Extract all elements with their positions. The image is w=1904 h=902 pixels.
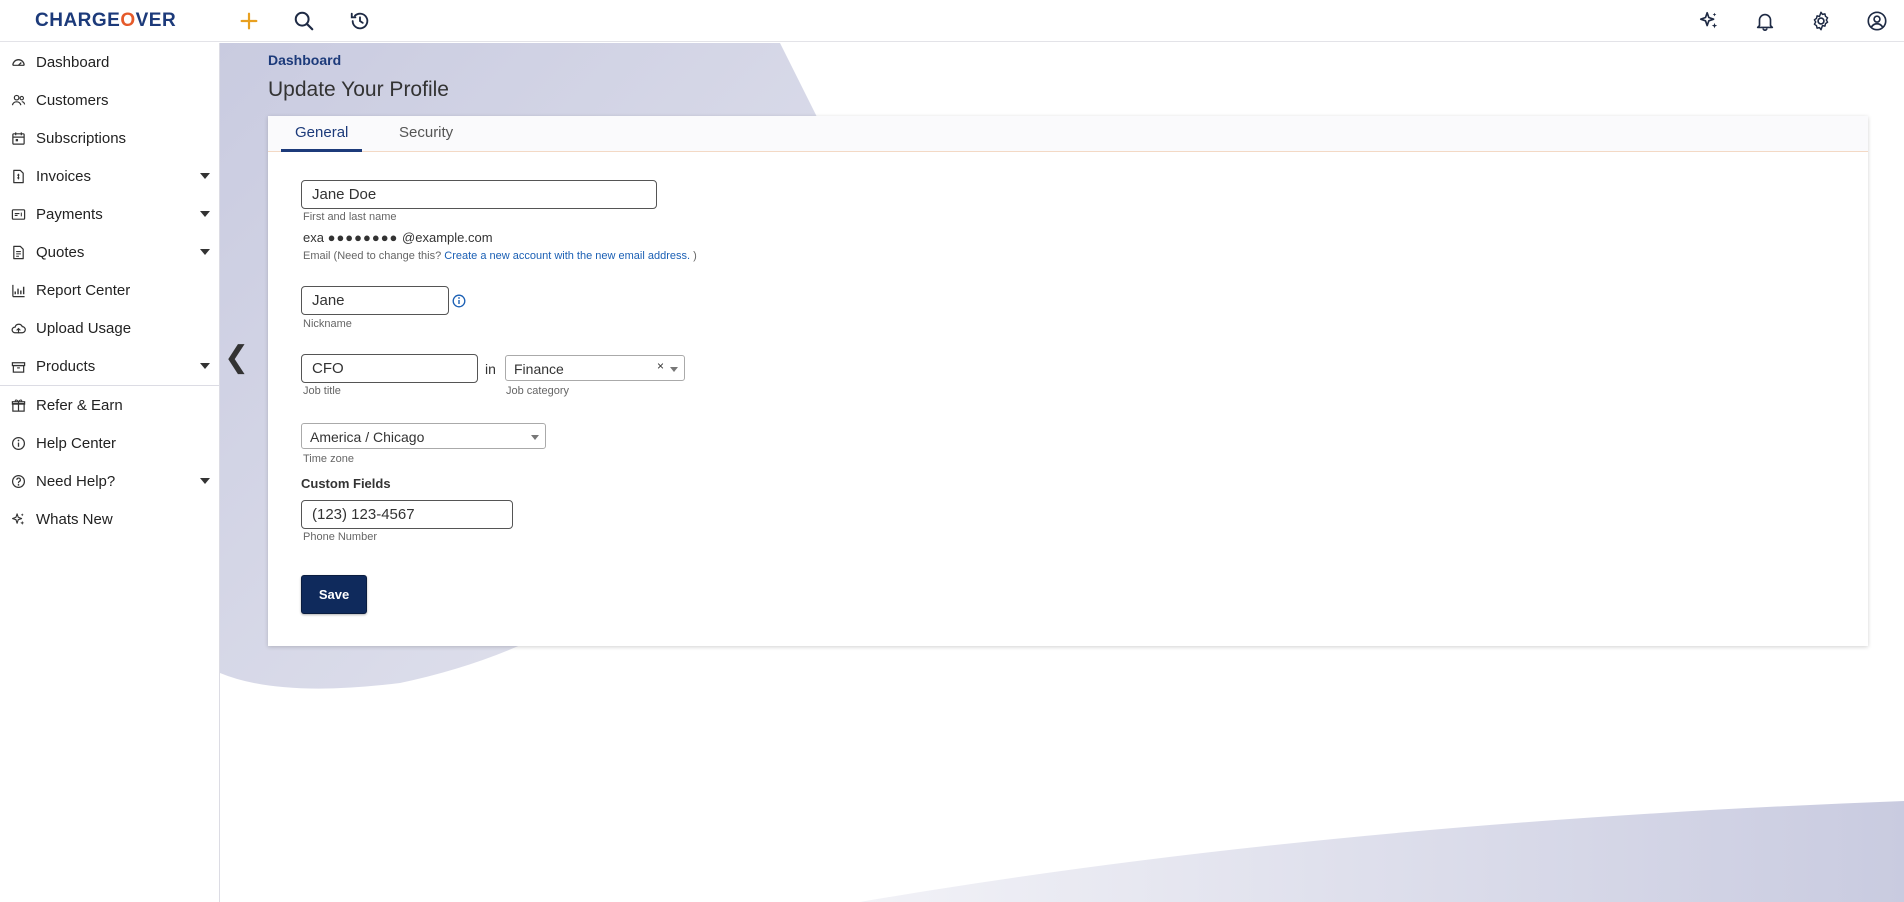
caret-down-icon[interactable] xyxy=(200,478,210,484)
caret-down-icon[interactable] xyxy=(200,249,210,255)
plus-icon[interactable] xyxy=(236,8,262,34)
box-icon xyxy=(10,358,26,374)
tab-bar: General Security xyxy=(268,116,1868,152)
chargeover-logo[interactable]: CHARGEOVER xyxy=(35,10,176,32)
sidebar-item-help-center[interactable]: Help Center xyxy=(0,424,219,462)
save-button[interactable]: Save xyxy=(301,575,367,614)
invoice-icon xyxy=(10,168,26,184)
caret-down-icon[interactable] xyxy=(200,173,210,179)
question-circle-icon xyxy=(10,473,26,489)
sidebar-item-quotes[interactable]: Quotes xyxy=(0,233,219,271)
sidebar-item-label: Refer & Earn xyxy=(36,396,123,414)
document-icon xyxy=(10,244,26,260)
email-note: Email (Need to change this? Create a new… xyxy=(303,250,697,262)
search-icon[interactable] xyxy=(291,8,317,34)
calendar-icon xyxy=(10,130,26,146)
sidebar-item-subscriptions[interactable]: Subscriptions xyxy=(0,119,219,157)
job-title-help: Job title xyxy=(303,385,341,397)
users-icon xyxy=(10,92,26,108)
nickname-input[interactable] xyxy=(301,286,449,315)
time-zone-help: Time zone xyxy=(303,453,354,465)
job-category-value: Finance xyxy=(514,361,564,377)
sidebar-item-label: Customers xyxy=(36,91,109,109)
phone-number-input[interactable] xyxy=(301,500,513,529)
bell-icon[interactable] xyxy=(1752,8,1778,34)
info-icon[interactable] xyxy=(452,294,466,308)
sidebar: Dashboard Customers Subscriptions Invoices P… xyxy=(0,43,220,902)
sidebar-item-products[interactable]: Products xyxy=(0,347,219,385)
sparkle-icon[interactable] xyxy=(1696,8,1722,34)
sidebar-item-whats-new[interactable]: Whats New xyxy=(0,500,219,538)
sidebar-item-label: Report Center xyxy=(36,281,131,299)
job-title-input[interactable] xyxy=(301,354,478,383)
dashboard-icon xyxy=(10,54,26,70)
sidebar-item-dashboard[interactable]: Dashboard xyxy=(0,43,219,81)
sidebar-item-label: Need Help? xyxy=(36,472,116,490)
full-name-help: First and last name xyxy=(303,211,397,223)
top-bar: CHARGEOVER xyxy=(0,0,1904,42)
sidebar-item-customers[interactable]: Customers xyxy=(0,81,219,119)
create-new-account-link[interactable]: Create a new account with the new email … xyxy=(444,250,690,262)
tab-security[interactable]: Security xyxy=(399,124,453,149)
in-label: in xyxy=(485,361,496,377)
job-category-help: Job category xyxy=(506,385,569,397)
sidebar-item-upload-usage[interactable]: Upload Usage xyxy=(0,309,219,347)
chevron-down-icon xyxy=(670,367,678,372)
history-icon[interactable] xyxy=(347,8,373,34)
sidebar-item-report-center[interactable]: Report Center xyxy=(0,271,219,309)
tab-general[interactable]: General xyxy=(281,124,363,152)
sidebar-item-label: Help Center xyxy=(36,434,117,452)
payment-card-icon xyxy=(10,206,26,222)
chevron-down-icon xyxy=(531,435,539,440)
sidebar-item-label: Products xyxy=(36,357,96,375)
sidebar-item-label: Whats New xyxy=(36,510,113,528)
sidebar-item-refer-earn[interactable]: Refer & Earn xyxy=(0,386,219,424)
sidebar-item-label: Quotes xyxy=(36,243,85,261)
user-circle-icon[interactable] xyxy=(1864,8,1890,34)
profile-card: General Security First and last name exa… xyxy=(268,116,1868,646)
clear-icon[interactable]: × xyxy=(657,359,664,373)
sidebar-item-label: Invoices xyxy=(36,167,92,185)
job-category-select[interactable]: Finance × xyxy=(505,355,685,381)
sidebar-item-label: Subscriptions xyxy=(36,129,127,147)
sparkle-icon xyxy=(10,511,26,527)
chart-icon xyxy=(10,282,26,298)
caret-down-icon[interactable] xyxy=(200,211,210,217)
sidebar-item-label: Upload Usage xyxy=(36,319,132,337)
gift-icon xyxy=(10,397,26,413)
breadcrumb[interactable]: Dashboard xyxy=(268,52,341,68)
time-zone-select[interactable]: America / Chicago xyxy=(301,423,546,449)
sidebar-collapse-icon[interactable]: ❮ xyxy=(224,340,249,375)
page-title: Update Your Profile xyxy=(268,78,449,101)
sidebar-item-label: Dashboard xyxy=(36,53,110,71)
upload-icon xyxy=(10,320,26,336)
phone-number-help: Phone Number xyxy=(303,531,377,543)
email-value: exa ●●●●●●●● @example.com xyxy=(303,230,493,245)
sidebar-item-label: Payments xyxy=(36,205,103,223)
nickname-help: Nickname xyxy=(303,318,352,330)
caret-down-icon[interactable] xyxy=(200,363,210,369)
time-zone-value: America / Chicago xyxy=(310,429,425,445)
gear-icon[interactable] xyxy=(1808,8,1834,34)
info-circle-icon xyxy=(10,435,26,451)
sidebar-item-need-help[interactable]: Need Help? xyxy=(0,462,219,500)
sidebar-item-invoices[interactable]: Invoices xyxy=(0,157,219,195)
custom-fields-label: Custom Fields xyxy=(301,476,391,491)
sidebar-item-payments[interactable]: Payments xyxy=(0,195,219,233)
full-name-input[interactable] xyxy=(301,180,657,209)
